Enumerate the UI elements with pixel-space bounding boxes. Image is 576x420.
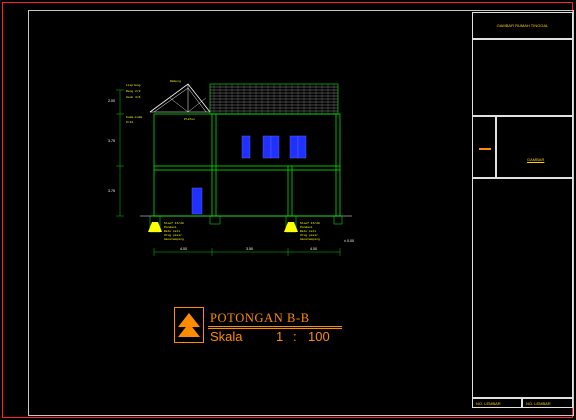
- svg-text:Pondasi: Pondasi: [300, 225, 313, 229]
- svg-text:Sloof 15/20: Sloof 15/20: [300, 221, 320, 225]
- scale-left: 1: [276, 329, 284, 344]
- level-mark: ± 0.00: [344, 239, 354, 243]
- note-roof-left-4: Kuda-kuda: [126, 115, 142, 119]
- sheet-number-label-left: NO. LEMBAR: [476, 401, 501, 406]
- note-roof-top: Rabung: [170, 79, 181, 83]
- sheet-number-label-right: NO. LEMBAR: [526, 401, 551, 406]
- title-block-logo-cell: [472, 116, 496, 178]
- scale-right: 100: [308, 329, 330, 344]
- drawing-name-label: GAMBAR: [527, 157, 545, 162]
- dim-bottom-1: 4.00: [180, 247, 187, 251]
- title-block-footer-left: NO. LEMBAR: [472, 398, 522, 408]
- drawing-title: POTONGAN B-B: [210, 311, 310, 325]
- lower-door: [191, 187, 203, 215]
- title-block-info: [472, 39, 573, 116]
- section-drawing: 4.00 3.50 4.00 2.00 3.75 3.75 ± 0.00 Rab…: [108, 79, 354, 256]
- foundation-notes-right: Sloof 15/20 Pondasi Batu kali Urug pasir…: [300, 221, 320, 241]
- dim-left-2: 3.75: [108, 139, 115, 143]
- dim-bottom-2: 3.50: [246, 247, 253, 251]
- note-ceiling: Plafon: [184, 117, 195, 121]
- note-roof-left-1: Lisplang: [126, 83, 141, 87]
- logo-mark-icon: [479, 148, 491, 150]
- svg-text:Urug pasir: Urug pasir: [300, 233, 318, 237]
- scale-word: Skala: [210, 329, 243, 344]
- svg-text:Pondasi: Pondasi: [164, 225, 177, 229]
- roof-left-gable: [149, 83, 211, 113]
- svg-text:Batu kali: Batu kali: [164, 229, 180, 233]
- section-marker-icon: [174, 307, 204, 343]
- title-block: GAMBAR RUMAH TINGGAL GAMBAR NO. LEMBAR N…: [472, 12, 573, 414]
- note-roof-left-3: Usuk 4/6: [126, 95, 141, 99]
- svg-text:Batu kali: Batu kali: [300, 229, 316, 233]
- svg-text:Urug pasir: Urug pasir: [164, 233, 182, 237]
- svg-text:Aanstamping: Aanstamping: [300, 237, 320, 241]
- note-roof-left-5: 6/12: [126, 120, 133, 124]
- project-title: GAMBAR RUMAH TINGGAL: [496, 23, 549, 28]
- svg-text:Aanstamping: Aanstamping: [164, 237, 184, 241]
- title-block-header: GAMBAR RUMAH TINGGAL: [472, 12, 573, 39]
- note-roof-left-2: Reng 2/3: [126, 89, 141, 93]
- title-block-notes: [472, 178, 573, 398]
- building-structure: [153, 113, 341, 217]
- foundation-notes-left: Sloof 15/20 Pondasi Batu kali Urug pasir…: [164, 221, 184, 241]
- title-block-footer-right: NO. LEMBAR: [522, 398, 573, 408]
- roof-tile-hatch: [209, 83, 339, 115]
- dim-left-1: 2.00: [108, 99, 115, 103]
- svg-text:Sloof 15/20: Sloof 15/20: [164, 221, 184, 225]
- left-dimension-lines: [116, 89, 124, 217]
- dim-left-3: 3.75: [108, 189, 115, 193]
- title-underline: [208, 326, 342, 327]
- title-block-drawing-name: GAMBAR: [496, 116, 573, 178]
- dim-bottom-3: 4.00: [310, 247, 317, 251]
- scale-separator: :: [293, 329, 297, 344]
- upper-windows: [241, 135, 307, 159]
